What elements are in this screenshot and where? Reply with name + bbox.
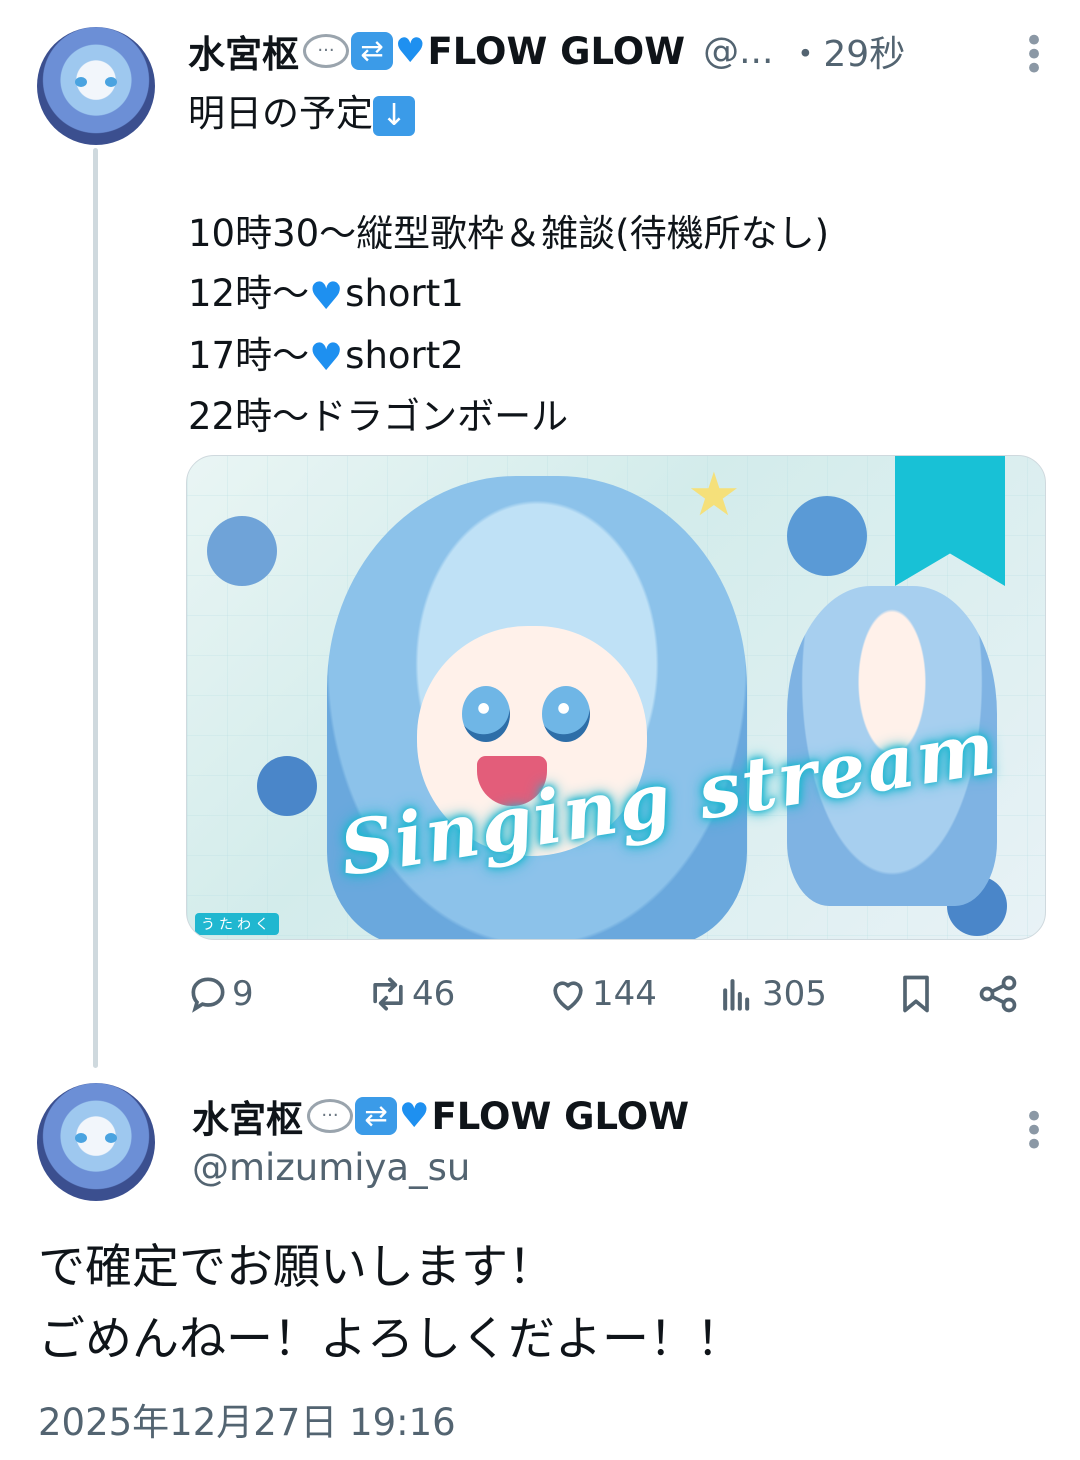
down-arrow-emoji: ↓	[373, 95, 415, 136]
thread-connector	[93, 148, 98, 1068]
repeat-emoji: ⇄	[351, 32, 393, 70]
text-line: で確定でお願いします！	[38, 1240, 555, 1295]
more-vertical-icon[interactable]: • • •	[1024, 1100, 1044, 1162]
speech-bubble-emoji: ···	[307, 1099, 353, 1133]
reply-button[interactable]: 9	[186, 966, 254, 1022]
blue-heart-emoji: ♥	[399, 1096, 430, 1136]
timestamp-relative[interactable]: ・29秒	[787, 25, 905, 77]
tweet-header: 水宮枢 ··· ⇄ ♥ FLOW GLOW	[192, 1090, 689, 1142]
display-name[interactable]: 水宮枢	[188, 24, 299, 78]
blueberry	[257, 756, 317, 816]
action-bar: 9 46 144 305	[186, 966, 1036, 1022]
avatar[interactable]	[37, 27, 155, 145]
blue-heart-emoji: ♥	[309, 335, 344, 379]
display-name[interactable]: 水宮枢	[192, 1089, 303, 1143]
tweet-header: 水宮枢 ··· ⇄ ♥ FLOW GLOW @... ・29秒	[188, 24, 905, 78]
tweet-image[interactable]: ★ Singing stream うたわく	[186, 455, 1046, 940]
blue-heart-emoji: ♥	[309, 273, 344, 318]
tweet-thread: 水宮枢 ··· ⇄ ♥ FLOW GLOW @... ・29秒 • • • 明日の予…	[0, 0, 1080, 1460]
image-tag: うたわく	[195, 913, 279, 935]
text-line: 22時～ドラゴンボール	[188, 395, 569, 438]
reply-icon	[191, 977, 225, 1013]
handle[interactable]: @...	[703, 31, 773, 72]
text-line: 10時30～縦型歌枠＆雑談(待機所なし)	[188, 212, 830, 255]
views-button[interactable]: 305	[716, 966, 827, 1022]
text-line: 12時～	[188, 272, 310, 315]
timestamp[interactable]: 2025年12月27日 19:16	[38, 1392, 456, 1446]
illustration-eye	[462, 686, 510, 742]
handle[interactable]: @mizumiya_su	[192, 1146, 470, 1189]
retweet-count: 46	[412, 974, 456, 1014]
text-line: 17時～	[188, 333, 310, 377]
blueberry	[207, 516, 277, 586]
repeat-emoji: ⇄	[355, 1097, 397, 1135]
blue-heart-emoji: ♥	[395, 31, 426, 71]
view-count: 305	[762, 974, 827, 1014]
retweet-icon	[373, 977, 403, 1011]
text-line: ごめんねー！よろしくだよー！！	[38, 1312, 743, 1367]
ribbon-decoration	[895, 456, 1005, 586]
bookmark-icon	[903, 975, 929, 1013]
star-decoration: ★	[687, 460, 741, 530]
retweet-button[interactable]: 46	[366, 966, 455, 1022]
text-line-suffix: short2	[345, 333, 464, 377]
display-name-suffix[interactable]: FLOW GLOW	[431, 1095, 689, 1138]
speech-bubble-emoji: ···	[303, 34, 349, 68]
display-name-suffix[interactable]: FLOW GLOW	[427, 30, 685, 73]
tweet-text: で確定でお願いします！ ごめんねー！よろしくだよー！！	[38, 1232, 1038, 1376]
reply-count: 9	[232, 974, 254, 1014]
illustration-eye	[542, 686, 590, 742]
text-line: 明日の予定	[188, 92, 373, 135]
views-icon	[723, 979, 750, 1011]
share-icon	[979, 975, 1017, 1013]
avatar[interactable]	[37, 1083, 155, 1201]
share-button[interactable]	[976, 966, 1020, 1022]
heart-icon	[553, 981, 583, 1011]
bookmark-button[interactable]	[894, 966, 938, 1022]
like-count: 144	[592, 974, 657, 1014]
tweet-text: 明日の予定 ↓ 10時30～縦型歌枠＆雑談(待機所なし) 12時～♥short1 …	[188, 84, 1028, 447]
more-vertical-icon[interactable]: • • •	[1024, 24, 1044, 86]
text-line-suffix: short1	[345, 272, 464, 315]
like-button[interactable]: 144	[546, 966, 657, 1022]
blueberry	[787, 496, 867, 576]
